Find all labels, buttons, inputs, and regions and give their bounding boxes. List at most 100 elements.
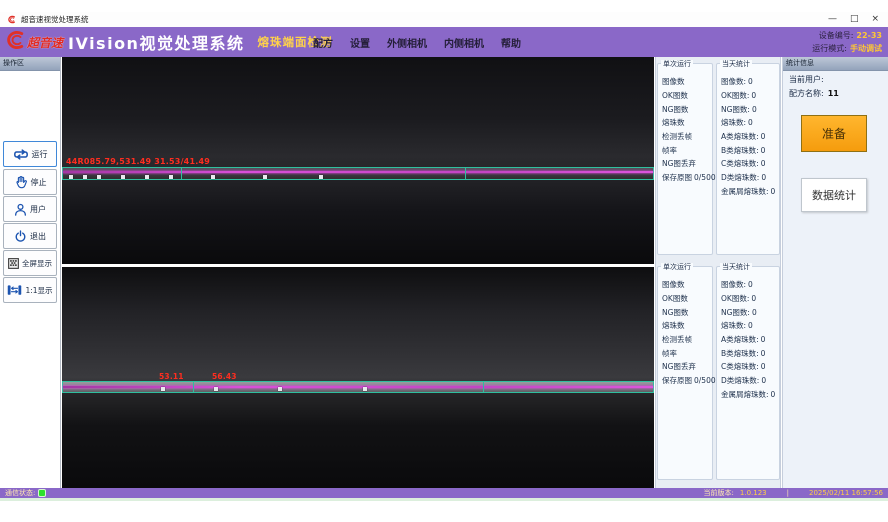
app-header: 超音速 IVision视觉处理系统 熔珠端面检测 配方 设置 外侧相机 内侧相机… bbox=[0, 27, 888, 57]
stat-row: OK图数 bbox=[658, 89, 712, 103]
stat-label: NG图数: bbox=[721, 104, 750, 115]
daily-stats-groupbox: 当天统计 图像数:0 OK图数:0 NG图数:0 熔珠数:0 A类熔珠数:0 B… bbox=[716, 266, 780, 480]
stat-label: 图像数: bbox=[721, 279, 746, 290]
stat-row: 熔珠数 bbox=[658, 319, 712, 333]
user-button[interactable]: 用户 bbox=[3, 196, 57, 222]
menu-item-help[interactable]: 帮助 bbox=[501, 35, 521, 50]
device-number-value: 22-33 bbox=[856, 31, 882, 40]
stat-label: D类熔珠数: bbox=[721, 172, 759, 183]
stat-label: 熔珠数 bbox=[662, 117, 685, 128]
stat-label: 帧率 bbox=[662, 348, 677, 359]
stat-label: A类熔珠数: bbox=[721, 334, 759, 345]
stat-label: 保存原图 bbox=[662, 375, 692, 386]
datetime-value: 2025/02/11 16:57:56 bbox=[809, 489, 883, 497]
stat-label: B类熔珠数: bbox=[721, 348, 759, 359]
recipe-name-value: 11 bbox=[828, 89, 839, 98]
brand-logo-icon bbox=[4, 29, 26, 55]
run-mode-label: 运行模式: bbox=[812, 44, 847, 53]
fullscreen-button[interactable]: 全屏显示 bbox=[3, 250, 57, 276]
power-icon bbox=[14, 230, 27, 243]
run-button[interactable]: 运行 bbox=[3, 141, 57, 167]
stat-label: 金属屑熔珠数: bbox=[721, 389, 769, 400]
groupbox-title: 当天统计 bbox=[720, 263, 752, 271]
groupbox-title: 单次运行 bbox=[661, 263, 693, 271]
stat-label: 图像数: bbox=[721, 76, 746, 87]
operation-sidebar: 操作区 运行 停止 用户 退出 bbox=[0, 57, 61, 488]
brand-name: 超音速 bbox=[27, 34, 63, 51]
stat-value: 0 bbox=[761, 362, 766, 371]
menu-item-settings[interactable]: 设置 bbox=[350, 35, 370, 50]
info-panel-title: 统计信息 bbox=[783, 57, 888, 71]
menu-item-recipe[interactable]: 配方 bbox=[313, 35, 333, 50]
stat-label: 保存原图 bbox=[662, 172, 692, 183]
stat-label: 检测丢帧 bbox=[662, 131, 692, 142]
stat-row: 检测丢帧 bbox=[658, 130, 712, 144]
stat-row: B类熔珠数:0 bbox=[717, 346, 779, 360]
recipe-line: 配方名称:11 bbox=[789, 88, 839, 99]
app-name: IVision视觉处理系统 bbox=[68, 30, 244, 54]
stat-value: 0 bbox=[761, 349, 766, 358]
stop-button[interactable]: 停止 bbox=[3, 169, 57, 195]
stats-column: 单次运行 图像数 OK图数 NG图数 熔珠数 检测丢帧 帧率 NG图丢弃 保存原… bbox=[655, 57, 781, 488]
one-to-one-button[interactable]: 1:1显示 bbox=[3, 277, 57, 303]
stat-label: NG图数: bbox=[721, 307, 750, 318]
stat-value: 0 bbox=[748, 77, 753, 86]
version-label: 当前版本: bbox=[704, 488, 734, 498]
prepare-button[interactable]: 准备 bbox=[801, 115, 867, 152]
status-bar: 通信状态: 当前版本: 1.0.123 | 2025/02/11 16:57:5… bbox=[0, 488, 888, 498]
stat-value: 0 bbox=[761, 173, 766, 182]
stat-label: D类熔珠数: bbox=[721, 375, 759, 386]
stat-value: 0 bbox=[761, 146, 766, 155]
user-icon bbox=[14, 203, 27, 216]
stat-label: B类熔珠数: bbox=[721, 145, 759, 156]
stat-row: 熔珠数:0 bbox=[717, 116, 779, 130]
close-button[interactable]: × bbox=[871, 12, 879, 27]
menu-item-inner-camera[interactable]: 内侧相机 bbox=[444, 35, 484, 50]
stat-row: D类熔珠数:0 bbox=[717, 171, 779, 185]
minimize-button[interactable]: — bbox=[828, 12, 837, 27]
maximize-button[interactable]: □ bbox=[850, 12, 859, 27]
stat-value: 0/500 bbox=[694, 376, 716, 385]
run-mode-value: 手动调试 bbox=[850, 44, 882, 53]
data-statistics-button[interactable]: 数据统计 bbox=[801, 178, 867, 212]
feature-marker bbox=[69, 175, 73, 179]
app-icon bbox=[7, 15, 16, 24]
stat-label: A类熔珠数: bbox=[721, 131, 759, 142]
stat-label: 图像数 bbox=[662, 279, 685, 290]
stat-label: 检测丢帧 bbox=[662, 334, 692, 345]
comm-status-label: 通信状态: bbox=[5, 488, 35, 498]
stat-label: C类熔珠数: bbox=[721, 158, 759, 169]
stat-row: NG图丢弃 bbox=[658, 157, 712, 171]
groupbox-title: 当天统计 bbox=[720, 60, 752, 68]
feature-marker bbox=[161, 387, 165, 391]
stat-value: 0 bbox=[752, 105, 757, 114]
device-info: 设备编号:22-33 运行模式:手动调试 bbox=[812, 29, 882, 55]
stat-value: 0 bbox=[748, 118, 753, 127]
stat-row: NG图数:0 bbox=[717, 305, 779, 319]
camera-view-bottom[interactable]: 53.11 56.43 bbox=[62, 267, 654, 488]
exit-button[interactable]: 退出 bbox=[3, 223, 57, 249]
menu-item-outer-camera[interactable]: 外侧相机 bbox=[387, 35, 427, 50]
stats-panel-bottom: 单次运行 图像数 OK图数 NG图数 熔珠数 检测丢帧 帧率 NG图丢弃 保存原… bbox=[656, 262, 780, 484]
stat-label: OK图数: bbox=[721, 90, 749, 101]
camera-view-top[interactable]: 44R085.79,531.49 31.53/41.49 bbox=[62, 57, 654, 264]
desktop-edge bbox=[0, 498, 888, 501]
detection-rect-divider bbox=[193, 382, 194, 392]
measurement-annotation: 53.11 bbox=[159, 372, 184, 381]
run-button-label: 运行 bbox=[32, 149, 48, 160]
detection-rect-divider bbox=[181, 168, 182, 179]
feature-marker bbox=[83, 175, 87, 179]
stat-label: OK图数: bbox=[721, 293, 749, 304]
stat-row: 帧率 bbox=[658, 143, 712, 157]
stat-row: 金属屑熔珠数:0 bbox=[717, 388, 779, 402]
stat-row: 金属屑熔珠数:0 bbox=[717, 185, 779, 199]
stat-row: NG图数:0 bbox=[717, 102, 779, 116]
camera-image-bottom bbox=[62, 267, 654, 488]
feature-marker bbox=[214, 387, 218, 391]
brand-block: 超音速 IVision视觉处理系统 熔珠端面检测 bbox=[4, 27, 332, 57]
stat-row: 熔珠数 bbox=[658, 116, 712, 130]
stat-row: 保存原图0/500 bbox=[658, 374, 712, 388]
stat-label: 帧率 bbox=[662, 145, 677, 156]
fullscreen-button-label: 全屏显示 bbox=[22, 258, 52, 269]
stat-value: 0 bbox=[751, 91, 756, 100]
